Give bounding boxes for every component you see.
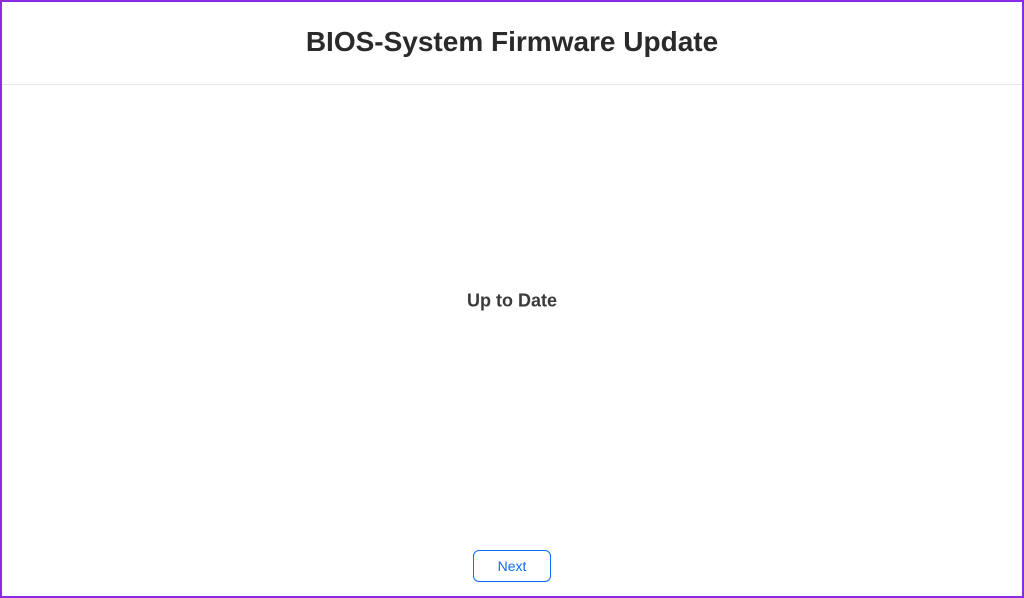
content-area: Up to Date (2, 291, 1022, 312)
footer: Next (2, 550, 1022, 582)
page-title: BIOS-System Firmware Update (2, 26, 1022, 58)
next-button[interactable]: Next (473, 550, 552, 582)
header: BIOS-System Firmware Update (2, 2, 1022, 85)
status-message: Up to Date (2, 291, 1022, 312)
